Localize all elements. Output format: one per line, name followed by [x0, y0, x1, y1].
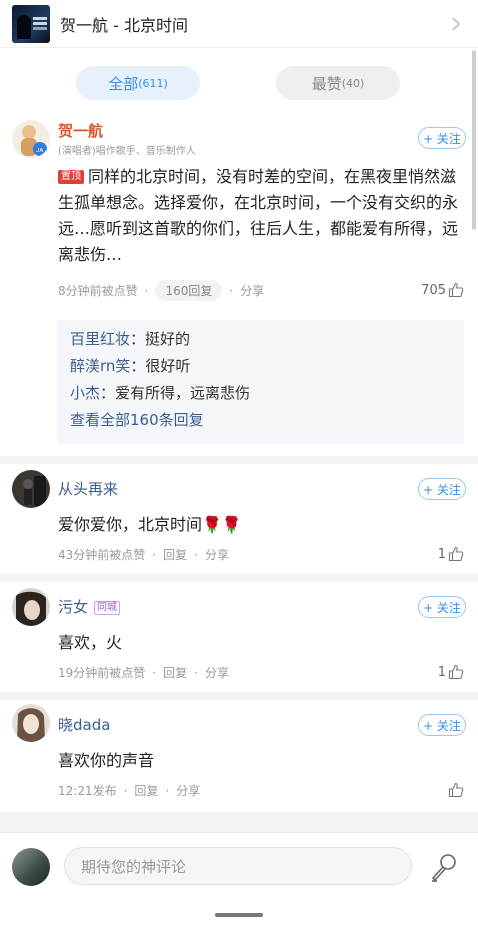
separator-dot: ·	[152, 547, 157, 562]
divider	[0, 456, 478, 464]
reply-username[interactable]: 小杰	[70, 384, 100, 402]
comment-item: 污女 同城 + 关注 喜欢，火 19分钟前被点赞 · 回复 · 分享 1	[0, 582, 478, 692]
comment-meta: 8分钟前被点赞 · 160回复 · 分享	[58, 280, 264, 301]
like-button[interactable]: 705	[421, 282, 464, 298]
reply-text: ：很好听	[130, 357, 191, 375]
separator-dot: ·	[144, 283, 149, 298]
thumbs-up-icon	[448, 282, 464, 298]
username-text: 污女	[58, 598, 89, 616]
divider	[0, 692, 478, 700]
comment-time: 8分钟前被点赞	[58, 284, 138, 298]
comment-meta: 43分钟前被点赞 · 回复 · 分享	[58, 546, 229, 563]
reply-button[interactable]: 回复	[163, 664, 187, 681]
share-button[interactable]: 分享	[205, 664, 229, 681]
tab-all[interactable]: 全部 (611)	[76, 66, 200, 100]
follow-button[interactable]: + 关注	[418, 127, 466, 149]
comment-time: 43分钟前被点赞	[58, 548, 146, 562]
share-button[interactable]: 分享	[205, 546, 229, 563]
like-count: 705	[421, 283, 446, 298]
comment-item: ᴊᴀ 贺一航 (演唱者)唱作歌手、音乐制作人 + 关注 置顶 同样的北京时间，没有…	[0, 116, 478, 456]
separator-dot: ·	[229, 283, 234, 298]
pen-icon[interactable]	[428, 851, 460, 883]
my-avatar[interactable]	[12, 848, 50, 886]
avatar[interactable]	[12, 470, 50, 508]
comment-tabs: 全部 (611) 最赞 (40)	[0, 66, 478, 102]
username[interactable]: 从头再来	[58, 478, 118, 499]
thumbs-up-icon	[448, 782, 464, 798]
tab-top-label: 最赞	[311, 74, 342, 93]
like-count: 1	[437, 665, 446, 680]
tab-top[interactable]: 最赞 (40)	[276, 66, 400, 100]
comment-text: 喜欢，火	[58, 633, 123, 652]
tab-all-label: 全部	[108, 74, 139, 93]
header-bar: 贺一航 - 北京时间	[0, 0, 478, 48]
pinned-badge: 置顶	[58, 170, 84, 184]
comment-input-bar: 期待您的神评论	[0, 832, 478, 930]
separator-dot: ·	[194, 665, 198, 680]
page-title: 贺一航 - 北京时间	[60, 15, 188, 35]
view-all-replies-link[interactable]: 查看全部160条回复	[70, 407, 452, 434]
comment-time: 19分钟前被点赞	[58, 666, 146, 680]
separator-dot: ·	[152, 665, 157, 680]
follow-button[interactable]: + 关注	[418, 478, 466, 500]
share-button[interactable]: 分享	[240, 282, 264, 299]
divider	[0, 574, 478, 582]
svg-text:ᴊᴀ: ᴊᴀ	[37, 146, 44, 154]
comment-input-placeholder: 期待您的神评论	[81, 857, 187, 876]
like-button[interactable]: 1	[438, 664, 464, 680]
album-cover[interactable]	[12, 4, 50, 43]
reply-text: ：挺好的	[130, 330, 191, 348]
divider	[0, 812, 478, 832]
reply-count-button[interactable]: 160回复	[155, 280, 223, 301]
reply-button[interactable]: 回复	[134, 782, 158, 799]
home-indicator[interactable]	[215, 913, 263, 917]
comment-item: 晓dada + 关注 喜欢你的声音 12:21发布 · 回复 · 分享	[0, 700, 478, 812]
reply-item: 小杰：爱有所得，远离悲伤	[70, 380, 452, 407]
username[interactable]: 污女 同城	[58, 596, 121, 617]
avatar-image	[12, 704, 50, 742]
user-subtitle: (演唱者)唱作歌手、音乐制作人	[58, 146, 196, 157]
follow-button[interactable]: + 关注	[418, 596, 466, 618]
comment-meta: 19分钟前被点赞 · 回复 · 分享	[58, 664, 229, 681]
reply-username[interactable]: 百里红妆	[70, 330, 130, 348]
comment-text: 置顶 同样的北京时间，没有时差的空间，在黑夜里悄然滋生孤单想念。选择爱你，在北京时…	[58, 164, 464, 268]
chevron-right-icon[interactable]	[448, 14, 464, 34]
comment-text: 喜欢你的声音	[58, 751, 155, 770]
avatar[interactable]	[12, 704, 50, 742]
tab-top-count: (40)	[341, 76, 365, 90]
follow-button[interactable]: + 关注	[418, 714, 466, 736]
thumbs-up-icon	[448, 664, 464, 680]
avatar-image: ᴊᴀ	[21, 125, 47, 156]
like-button[interactable]: 1	[438, 546, 464, 562]
reply-item: 百里红妆：挺好的	[70, 326, 452, 353]
comment-text: 爱你爱你，北京时间🌹🌹	[58, 515, 242, 534]
avatar[interactable]: ᴊᴀ	[12, 120, 50, 158]
comment-time: 12:21发布	[58, 784, 117, 798]
separator-dot: ·	[194, 547, 198, 562]
like-count: 1	[437, 547, 446, 562]
comment-item: 从头再来 + 关注 爱你爱你，北京时间🌹🌹 43分钟前被点赞 · 回复 · 分享 1	[0, 464, 478, 574]
share-button[interactable]: 分享	[176, 782, 200, 799]
thumbs-up-icon	[448, 546, 464, 562]
separator-dot: ·	[123, 783, 128, 798]
same-city-badge: 同城	[94, 601, 121, 615]
reply-item: 醉渼rn笑：很好听	[70, 353, 452, 380]
reply-username[interactable]: 醉渼rn笑	[70, 357, 130, 375]
separator-dot: ·	[165, 783, 170, 798]
username[interactable]: 晓dada	[58, 714, 110, 735]
reply-text: ：爱有所得，远离悲伤	[100, 384, 251, 402]
comment-body: 同样的北京时间，没有时差的空间，在黑夜里悄然滋生孤单想念。选择爱你，在北京时间，…	[58, 167, 459, 264]
reply-button[interactable]: 回复	[163, 546, 187, 563]
avatar[interactable]	[12, 588, 50, 626]
like-button[interactable]	[446, 782, 464, 798]
comment-input[interactable]: 期待您的神评论	[64, 847, 412, 885]
tab-all-count: (611)	[138, 76, 168, 90]
reply-preview[interactable]: 百里红妆：挺好的 醉渼rn笑：很好听 小杰：爱有所得，远离悲伤 查看全部160条…	[58, 320, 464, 444]
avatar-image	[12, 588, 50, 626]
avatar-image	[12, 470, 50, 508]
username[interactable]: 贺一航	[58, 120, 103, 141]
comment-meta: 12:21发布 · 回复 · 分享	[58, 782, 200, 799]
